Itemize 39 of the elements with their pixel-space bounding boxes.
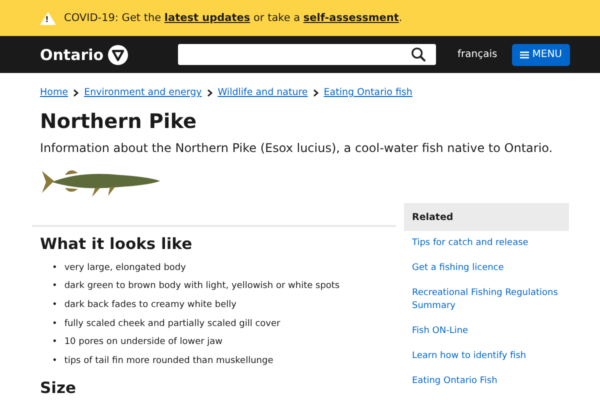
bullet: • bbox=[52, 318, 58, 331]
bullet: • bbox=[52, 262, 58, 275]
related-link[interactable]: Fish ON-Line bbox=[404, 319, 569, 344]
list-item: dark green to brown body with light, yellowish or white spots bbox=[64, 280, 340, 294]
list-item: fully scaled cheek and partially scaled gill cover bbox=[64, 318, 280, 331]
related-link[interactable]: Learn how to identify fish bbox=[404, 344, 569, 369]
menu-icon bbox=[520, 50, 530, 58]
bullet: • bbox=[52, 354, 58, 368]
list-item: dark back fades to creamy white belly bbox=[64, 298, 236, 312]
alert-message: COVID-19: Get the latest updates or take a self-assessment. bbox=[64, 12, 402, 24]
list-item: tips of tail fin more rounded than muskellunge bbox=[64, 354, 274, 368]
chevron-icon bbox=[73, 88, 80, 96]
list-item: 10 pores on underside of lower jaw bbox=[64, 336, 223, 350]
chevron-icon bbox=[312, 88, 319, 96]
section-heading: What it looks like bbox=[40, 235, 194, 253]
related-link[interactable]: Recreational Fishing Regulations Summary bbox=[404, 281, 569, 319]
related-link[interactable]: Tips for catch and release bbox=[404, 231, 569, 256]
site-logo[interactable]: Ontario bbox=[40, 46, 104, 64]
intro-text: Information about the Northern Pike (Esox lucius), a cool-water fish native to Ontario. bbox=[40, 141, 554, 155]
bullet: • bbox=[52, 298, 58, 312]
breadcrumb-link[interactable]: Eating Ontario fish bbox=[324, 87, 412, 98]
bullet: • bbox=[52, 336, 58, 350]
breadcrumb-link[interactable]: Wildlife and nature bbox=[218, 87, 308, 98]
chevron-icon bbox=[206, 88, 213, 96]
breadcrumb-link[interactable]: Environment and energy bbox=[84, 87, 202, 98]
language-link[interactable]: français bbox=[458, 49, 498, 60]
related-heading: Related bbox=[404, 203, 569, 231]
search-field[interactable] bbox=[178, 44, 436, 65]
related-link[interactable]: Eating Ontario Fish bbox=[404, 369, 569, 394]
page-title: Northern Pike bbox=[40, 109, 198, 133]
bullet: • bbox=[52, 280, 58, 294]
search-icon[interactable] bbox=[410, 47, 426, 62]
self-assessment-link[interactable]: self-assessment bbox=[303, 12, 399, 24]
latest-updates-link[interactable]: latest updates bbox=[164, 12, 250, 24]
list-item: very large, elongated body bbox=[64, 262, 186, 275]
section-heading: Size bbox=[40, 378, 78, 397]
breadcrumb-link[interactable]: Home bbox=[40, 87, 68, 98]
menu-button[interactable]: MENU bbox=[512, 44, 570, 66]
related-link[interactable]: Get a fishing licence bbox=[404, 256, 569, 281]
